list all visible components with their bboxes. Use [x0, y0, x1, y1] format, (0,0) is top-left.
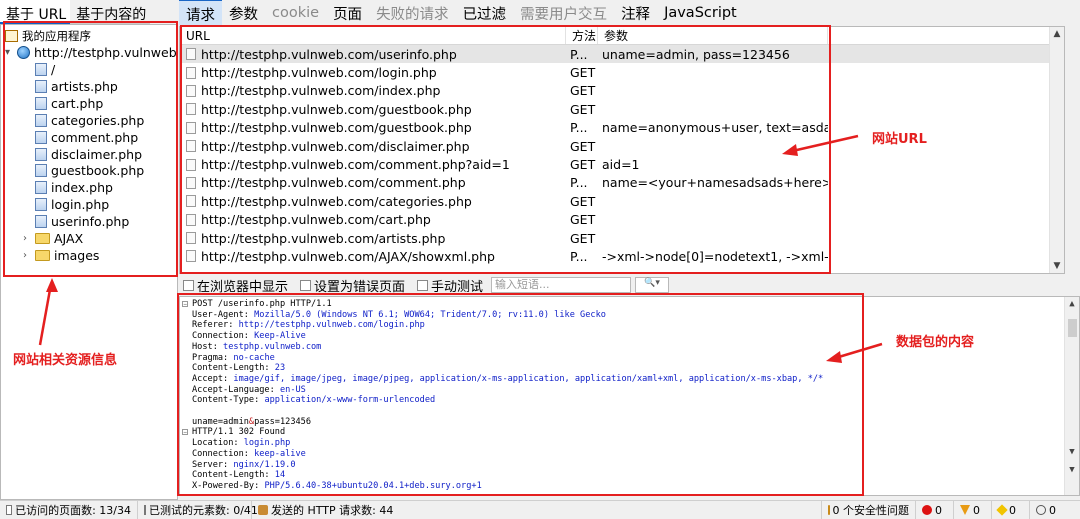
top-tab[interactable]: cookie — [265, 2, 326, 24]
page-icon — [300, 279, 312, 291]
top-tab[interactable]: 已过滤 — [456, 0, 514, 27]
table-scrollbar[interactable]: ▲ ▼ — [1049, 27, 1064, 273]
scroll-down-icon[interactable]: ▼ — [1065, 463, 1079, 477]
medium-severity-icon — [960, 505, 970, 515]
info-count: 0 — [1049, 503, 1056, 517]
status-medium[interactable]: 0 — [954, 501, 992, 519]
low-severity-icon — [996, 504, 1008, 516]
scroll-down-icon[interactable]: ▼ — [1065, 445, 1079, 459]
status-security[interactable]: 0 个安全性问题 — [822, 501, 916, 519]
set-error-page-button[interactable]: 设置为错误页面 — [300, 276, 405, 295]
status-low[interactable]: 0 — [992, 501, 1030, 519]
annotation-url: 网站URL — [872, 132, 927, 147]
url-highlight-box — [180, 25, 831, 274]
top-tab[interactable]: 失败的请求 — [369, 0, 456, 27]
lock-icon — [828, 505, 830, 515]
page-icon — [144, 505, 146, 515]
show-in-browser-button[interactable]: 在浏览器中显示 — [183, 276, 288, 295]
medium-count: 0 — [973, 503, 980, 517]
high-count: 0 — [935, 503, 942, 517]
security-count: 0 个安全性问题 — [832, 504, 910, 517]
status-info[interactable]: 0 — [1030, 501, 1068, 519]
page-icon — [6, 505, 13, 515]
tested-count: 已测试的元素数: 0/41 — [149, 504, 258, 517]
request-icon — [258, 505, 268, 515]
high-severity-icon — [922, 505, 932, 515]
scroll-up-icon[interactable]: ▲ — [1050, 27, 1064, 41]
show-in-browser-label: 在浏览器中显示 — [197, 279, 289, 295]
resource-highlight-box — [3, 21, 178, 277]
top-tab-bar: 请求 参数 cookie 页面 失败的请求 已过滤 需要用户交互 注释 JavaScript — [179, 0, 1080, 28]
test-icon — [417, 279, 429, 291]
packet-highlight-box — [177, 293, 864, 496]
app-window: 基于 URL 基于内容的 我的应用程序 ▾ http://testphp.vul… — [0, 0, 1080, 519]
annotation-packet: 数据包的内容 — [896, 335, 975, 350]
status-high[interactable]: 0 — [916, 501, 954, 519]
detail-scrollbar[interactable]: ▲ ▼ ▼ — [1064, 297, 1079, 495]
manual-test-button[interactable]: 手动测试 — [417, 276, 483, 295]
phrase-search-input[interactable]: 输入短语... — [491, 277, 632, 293]
status-tested: 已测试的元素数: 0/41 — [138, 501, 258, 519]
annotation-resource: 网站相关资源信息 — [13, 353, 118, 368]
scroll-thumb[interactable] — [1068, 319, 1077, 337]
visited-count: 已访问的页面数: 13/34 — [15, 504, 131, 517]
top-tab[interactable]: JavaScript — [657, 2, 744, 24]
top-tab[interactable]: 请求 — [179, 0, 222, 28]
request-toolbar: 在浏览器中显示 设置为错误页面 手动测试 输入短语... 🔍▾ — [179, 275, 1080, 295]
set-error-page-label: 设置为错误页面 — [314, 279, 406, 295]
search-options-dropdown[interactable]: 🔍▾ — [635, 277, 670, 293]
scroll-down-icon[interactable]: ▼ — [1050, 259, 1064, 273]
sent-count: 发送的 HTTP 请求数: 44 — [271, 504, 394, 517]
status-sent: 发送的 HTTP 请求数: 44 — [252, 501, 822, 519]
browser-icon — [183, 279, 194, 291]
top-tab[interactable]: 需要用户交互 — [513, 0, 614, 27]
low-count: 0 — [1009, 503, 1016, 517]
top-tab[interactable]: 参数 — [222, 0, 265, 27]
manual-test-label: 手动测试 — [431, 279, 484, 295]
status-visited: 已访问的页面数: 13/34 — [0, 501, 138, 519]
status-bar: 已访问的页面数: 13/34 已测试的元素数: 0/41 发送的 HTTP 请求… — [0, 500, 1080, 519]
scroll-up-icon[interactable]: ▲ — [1065, 297, 1079, 311]
top-tab[interactable]: 页面 — [326, 0, 369, 27]
info-icon — [1036, 505, 1046, 515]
top-tab[interactable]: 注释 — [614, 0, 657, 27]
